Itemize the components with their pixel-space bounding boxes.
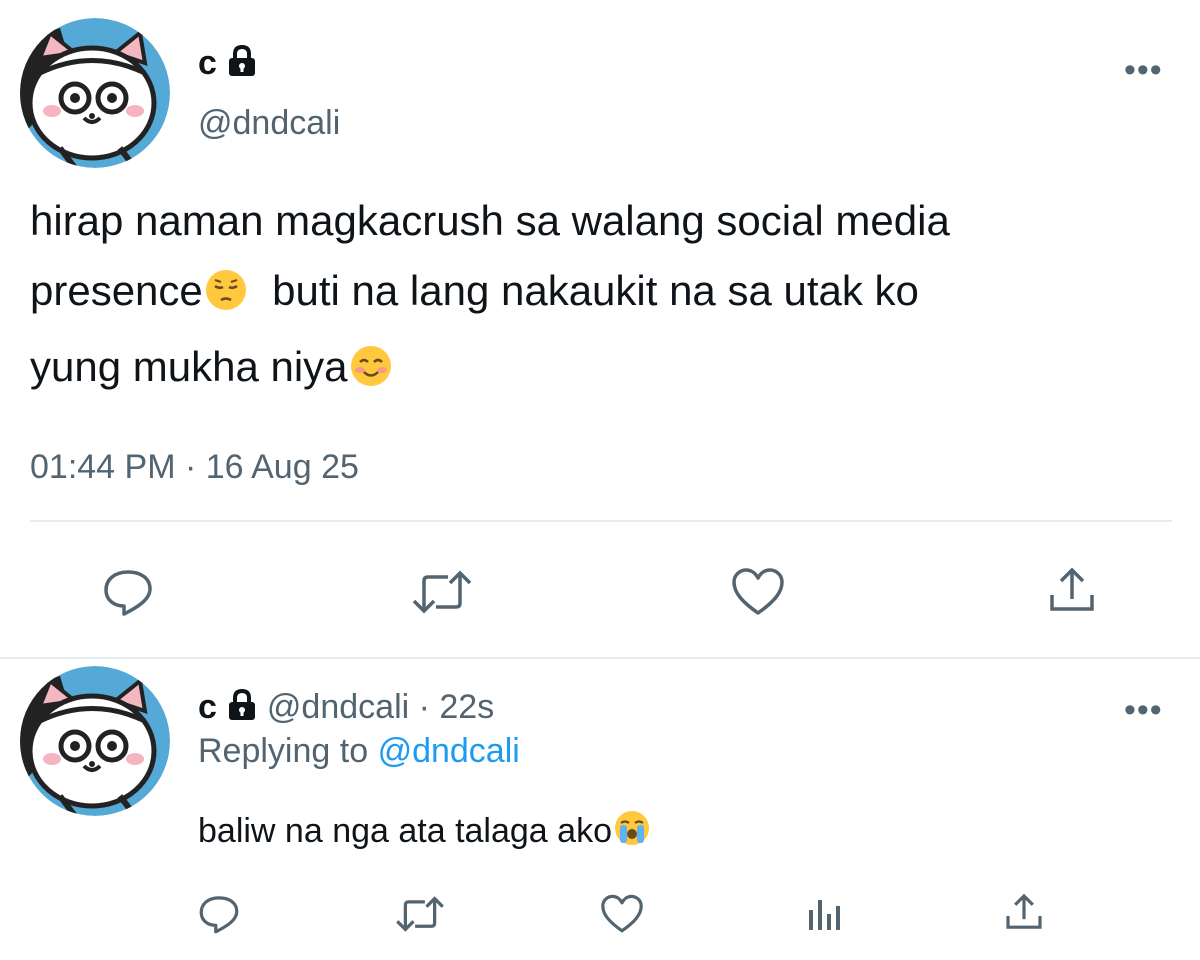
reply-text-content: baliw na nga ata talaga ako — [198, 812, 612, 850]
author-name-row: c — [198, 44, 257, 83]
analytics-button[interactable] — [802, 894, 846, 934]
tweet-timestamp[interactable]: 01:44 PM · 16 Aug 25 — [30, 448, 359, 487]
tweet-text-line: buti na lang nakaukit na sa utak ko — [272, 267, 919, 314]
display-name[interactable]: c — [198, 688, 217, 727]
analytics-icon — [806, 896, 842, 932]
reply-avatar[interactable] — [20, 666, 170, 816]
tweet-text-line: yung mukha niya — [30, 343, 348, 390]
retweet-button[interactable] — [408, 566, 476, 618]
share-button[interactable] — [1000, 890, 1048, 934]
reply-icon — [198, 894, 240, 934]
retweet-icon — [394, 895, 446, 933]
reply-button[interactable] — [98, 566, 158, 618]
lock-icon — [227, 44, 257, 82]
share-icon — [1004, 892, 1044, 932]
display-name[interactable]: c — [198, 44, 217, 83]
smiling-face-emoji-icon — [350, 338, 392, 408]
more-options-icon[interactable]: ••• — [1124, 693, 1163, 727]
handle[interactable]: @dndcali — [198, 104, 340, 143]
section-divider — [0, 657, 1200, 659]
tweet-text-line: hirap naman magkacrush sa walang social … — [30, 197, 950, 244]
reply-button[interactable] — [194, 892, 244, 936]
like-button[interactable] — [598, 892, 646, 936]
more-options-icon[interactable]: ••• — [1124, 53, 1163, 87]
retweet-button[interactable] — [392, 894, 448, 934]
like-icon — [600, 894, 644, 934]
reply-icon — [102, 568, 154, 616]
loudly-crying-face-emoji-icon — [614, 810, 650, 855]
lock-icon — [227, 688, 257, 726]
like-button[interactable] — [728, 564, 788, 620]
replying-to-handle-link[interactable]: @dndcali — [378, 732, 520, 770]
divider — [30, 520, 1172, 522]
share-button[interactable] — [1044, 562, 1100, 618]
replying-to-label: Replying to — [198, 732, 369, 770]
reply-text: baliw na nga ata talaga ako — [198, 810, 652, 855]
avatar[interactable] — [20, 18, 170, 168]
like-icon — [731, 567, 785, 617]
share-icon — [1047, 565, 1097, 615]
reply-author-row: c @dndcali · 22s — [198, 688, 494, 727]
pensive-face-emoji-icon — [205, 262, 247, 332]
retweet-icon — [410, 569, 474, 615]
tweet-text-line: presence — [30, 267, 203, 314]
tweet-text: hirap naman magkacrush sa walang social … — [30, 186, 1180, 408]
handle-and-time[interactable]: @dndcali · 22s — [267, 688, 494, 727]
replying-to: Replying to @dndcali — [198, 732, 520, 771]
